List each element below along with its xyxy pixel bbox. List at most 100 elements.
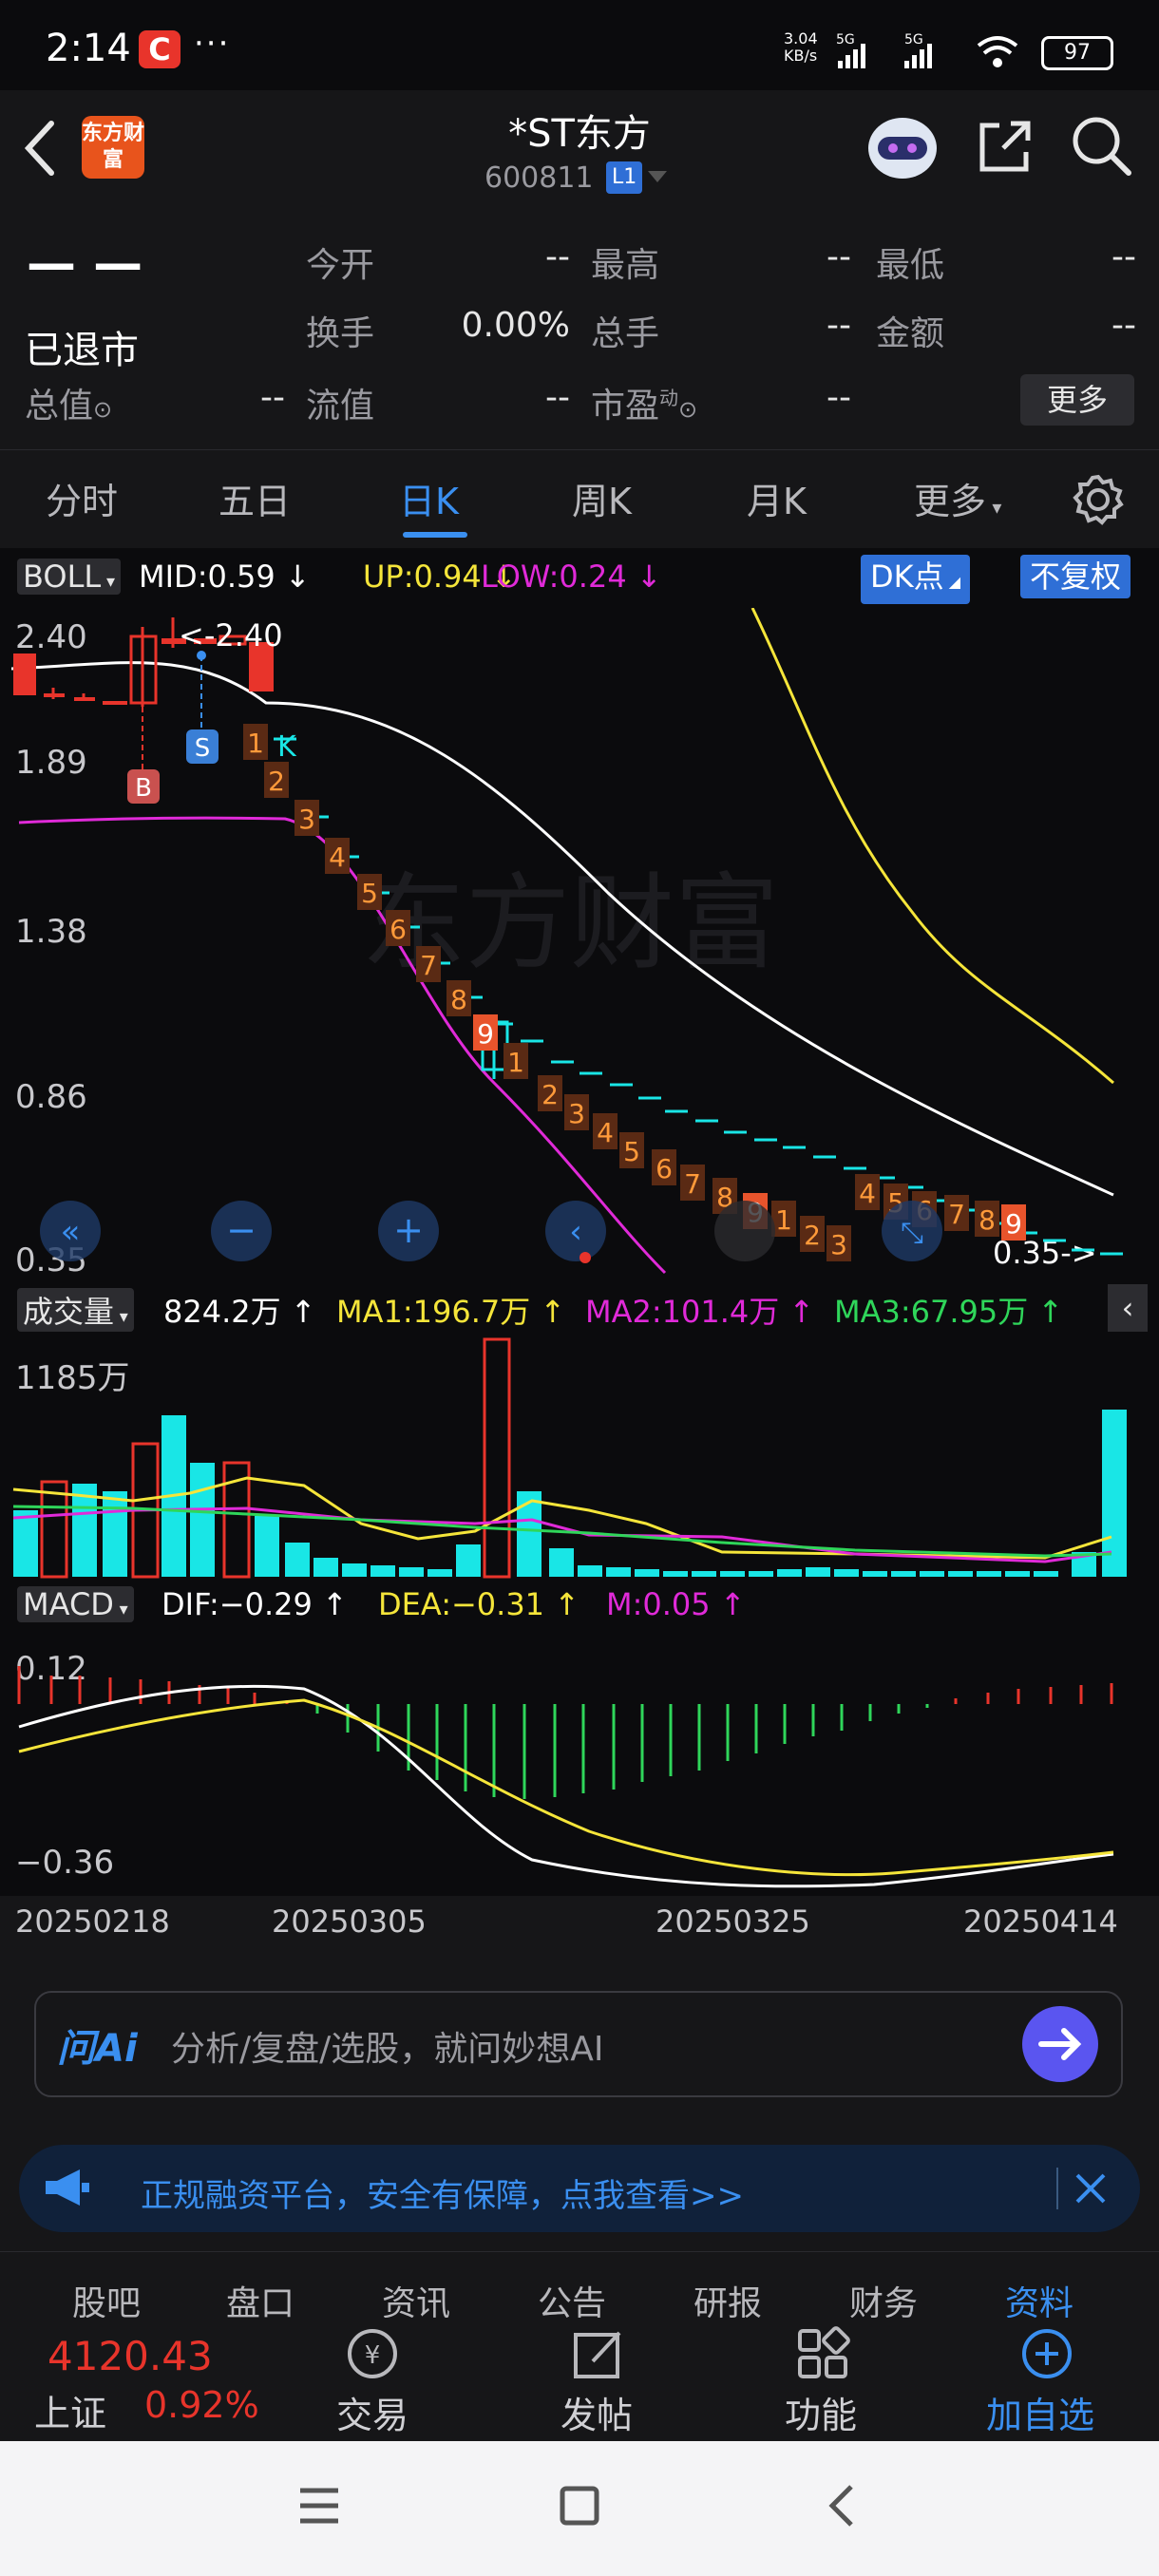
functions-icon[interactable] xyxy=(794,2325,851,2382)
tab-daily-k[interactable]: 日K xyxy=(399,472,459,524)
turnover-value: 0.00% xyxy=(461,306,570,345)
search-icon[interactable] xyxy=(1070,114,1132,177)
macd-dea: DEA:−0.31 ↑ xyxy=(378,1586,580,1622)
trade-button[interactable]: 交易 xyxy=(336,2386,408,2438)
ai-send-button[interactable] xyxy=(1020,2004,1100,2084)
divider xyxy=(0,2251,1159,2252)
boll-low-value: LOW:0.24 ↓ xyxy=(481,559,662,595)
more-quote-button[interactable]: 更多 xyxy=(1020,374,1134,426)
step-back-button[interactable]: ‹ xyxy=(545,1201,606,1263)
status-time: 2:14 xyxy=(46,27,131,70)
td-count-label: 3 xyxy=(568,1098,585,1129)
index-value[interactable]: 4120.43 xyxy=(48,2333,213,2379)
ad-text[interactable]: 正规融资平台，安全有保障，点我查看>> xyxy=(141,2169,744,2216)
volume-bar xyxy=(1034,1571,1058,1577)
volume-bar xyxy=(285,1543,310,1577)
price-axis-label: 1.89 xyxy=(15,744,87,782)
zoom-in-button[interactable]: + xyxy=(378,1201,439,1261)
volume-value: -- xyxy=(826,306,851,345)
svg-text:⤡: ⤡ xyxy=(901,1217,923,1250)
trade-icon[interactable]: ¥ xyxy=(342,2325,403,2382)
market-cap-label: 总值⊙ xyxy=(25,387,113,426)
add-watchlist-button[interactable]: 加自选 xyxy=(986,2386,1094,2438)
volume-bar xyxy=(977,1571,1001,1577)
tab-more[interactable]: 更多 ▾ xyxy=(914,472,1001,524)
kline-chart[interactable]: 东方财富 2.40 1.89 1.38 0.86 0.35 B S K <-2.… xyxy=(0,608,1159,1282)
index-name[interactable]: 上证 xyxy=(34,2384,106,2436)
volume-chart[interactable]: 1185万 xyxy=(0,1334,1159,1581)
float-cap-value: -- xyxy=(545,378,570,417)
candle xyxy=(13,653,36,695)
boll-upper-line xyxy=(750,608,1114,1085)
date-label: 20250305 xyxy=(272,1904,427,1940)
high-price-note: <-2.40 xyxy=(179,617,283,653)
scroll-left-button[interactable]: « xyxy=(40,1201,101,1261)
macd-dif: DIF:−0.29 ↑ xyxy=(162,1586,348,1622)
more-notifications-icon: ··· xyxy=(194,25,231,63)
adjustment-button[interactable]: 不复权 xyxy=(1020,555,1131,598)
add-watchlist-icon[interactable] xyxy=(1018,2325,1075,2382)
volume-label: 总手 xyxy=(591,314,660,353)
settings-gear-icon[interactable] xyxy=(1072,473,1125,526)
td-count-label: 7 xyxy=(684,1168,701,1200)
expand-button[interactable]: ⤡ xyxy=(882,1201,942,1261)
td-count-label: 5 xyxy=(361,878,378,909)
open-label: 今开 xyxy=(306,246,375,285)
tab-five-day[interactable]: 五日 xyxy=(218,472,291,524)
robot-assistant-icon[interactable] xyxy=(863,110,942,182)
battery-icon: 97 xyxy=(1041,36,1113,70)
volume-bar xyxy=(692,1571,716,1577)
volume-bar xyxy=(578,1565,602,1577)
macd-chart[interactable]: 0.12 −0.36 xyxy=(0,1632,1159,1898)
td-count-label: 8 xyxy=(450,984,467,1015)
td-count-label: 8 xyxy=(978,1204,996,1236)
svg-text:¥: ¥ xyxy=(365,2341,381,2370)
dk-point-button[interactable]: DK点 ◢ xyxy=(861,555,971,604)
network-speed: 3.04 KB/s xyxy=(784,29,818,65)
volume-ma3: MA3:67.95万 ↑ xyxy=(834,1294,1064,1330)
close-icon[interactable] xyxy=(1072,2169,1110,2207)
indicator-selector-volume[interactable]: 成交量 ▾ xyxy=(17,1288,134,1332)
indicator-selector-boll[interactable]: BOLL ▾ xyxy=(17,559,121,595)
post-button[interactable]: 发帖 xyxy=(560,2386,633,2438)
menu-icon[interactable] xyxy=(296,2485,342,2527)
dropdown-icon[interactable] xyxy=(646,169,669,184)
td-count-label: 7 xyxy=(948,1199,965,1230)
ai-input-placeholder[interactable]: 分析/复盘/选股，就问妙想AI xyxy=(171,2021,604,2071)
tab-monthly-k[interactable]: 月K xyxy=(747,472,807,524)
nav-back-icon[interactable] xyxy=(823,2481,861,2530)
tab-weekly-k[interactable]: 周K xyxy=(572,472,632,524)
zoom-out-button[interactable]: − xyxy=(211,1201,272,1261)
notification-app-icon: C xyxy=(139,30,180,68)
amount-label: 金额 xyxy=(876,314,945,353)
td-count-label: 9 xyxy=(1005,1208,1022,1240)
indicator-selector-macd[interactable]: MACD ▾ xyxy=(17,1586,134,1622)
volume-bar xyxy=(720,1571,745,1577)
volume-bar xyxy=(920,1571,944,1577)
step-forward-button[interactable] xyxy=(714,1201,775,1261)
functions-button[interactable]: 功能 xyxy=(785,2386,857,2438)
last-price: — — xyxy=(27,236,143,293)
open-value: -- xyxy=(545,237,570,276)
post-icon[interactable] xyxy=(570,2325,627,2382)
macd-m: M:0.05 ↑ xyxy=(606,1586,746,1622)
volume-bar xyxy=(314,1558,338,1577)
stock-code: 600811 xyxy=(484,161,594,195)
tab-intraday[interactable]: 分时 xyxy=(46,472,118,524)
volume-bar xyxy=(777,1569,802,1577)
collapse-panel-icon[interactable]: ‹ xyxy=(1108,1284,1148,1332)
td-count-label: 6 xyxy=(656,1153,673,1184)
date-label: 20250325 xyxy=(656,1904,810,1940)
active-tab-indicator xyxy=(403,532,467,538)
share-icon[interactable] xyxy=(975,116,1036,177)
megaphone-icon xyxy=(46,2169,89,2206)
level-badge[interactable]: L1 xyxy=(606,161,643,194)
volume-bar xyxy=(190,1463,215,1577)
td-count-label: 4 xyxy=(859,1178,876,1209)
index-change[interactable]: 0.92% xyxy=(144,2384,259,2426)
svg-text:«: « xyxy=(61,1213,81,1251)
volume-bar xyxy=(456,1544,481,1577)
home-icon[interactable] xyxy=(557,2483,602,2529)
volume-bar xyxy=(749,1571,773,1577)
volume-bar xyxy=(40,1480,68,1579)
